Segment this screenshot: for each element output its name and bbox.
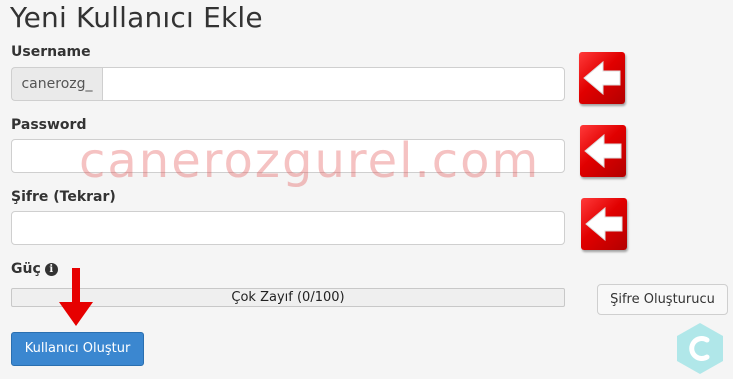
password-repeat-input[interactable]: [11, 211, 565, 245]
password-generator-button[interactable]: Şifre Oluşturucu: [597, 284, 728, 315]
strength-label: Güç i: [11, 261, 58, 277]
down-arrow-icon: [56, 268, 96, 332]
strength-label-text: Güç: [11, 261, 41, 277]
username-label: Username: [11, 44, 91, 60]
left-arrow-icon: [580, 125, 626, 177]
create-user-button[interactable]: Kullanıcı Oluştur: [11, 332, 144, 366]
left-arrow-icon: [579, 52, 625, 104]
left-arrow-icon: [581, 198, 627, 250]
username-prefix: canerozg_: [11, 67, 102, 101]
password-repeat-label: Şifre (Tekrar): [11, 189, 116, 205]
password-label: Password: [11, 117, 87, 133]
username-input-group: canerozg_: [11, 67, 565, 101]
password-input[interactable]: [11, 139, 565, 173]
page-title: Yeni Kullanıcı Ekle: [10, 1, 263, 34]
username-input[interactable]: [102, 67, 565, 101]
brand-logo-icon: [674, 321, 726, 379]
